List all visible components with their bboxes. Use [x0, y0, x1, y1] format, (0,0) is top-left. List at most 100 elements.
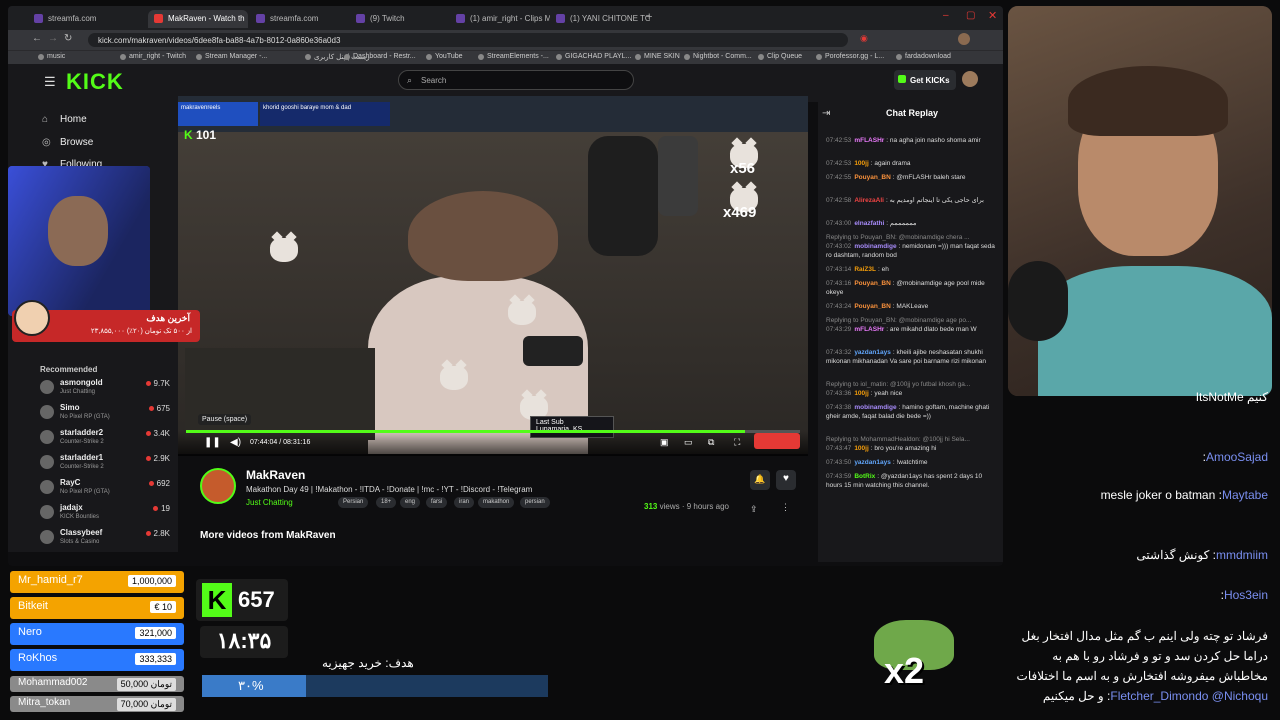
url-field[interactable]: kick.com/makraven/videos/6dee8fa-ba88-4a… [88, 33, 848, 47]
chat-user[interactable]: 100jj [854, 390, 868, 397]
seek-bar[interactable] [186, 430, 800, 433]
recommended-channel[interactable]: asmongold Just Chatting 9.7K [40, 378, 170, 402]
bookmark-item[interactable]: Clip Queue [758, 53, 802, 60]
recommended-channel[interactable]: Classybeef Slots & Casino 2.8K [40, 528, 170, 552]
sidebar-item-browse[interactable]: Browse [60, 137, 93, 148]
stream-tag[interactable]: iran [454, 497, 475, 508]
tab-clips[interactable]: (1) amir_right - Clips Ma [450, 10, 550, 28]
channel-name: jadajx [60, 503, 83, 512]
overlay-name-box: makravenreels [178, 102, 258, 126]
chat-user[interactable]: mobinamdige [854, 243, 896, 250]
chat-time: 07:42:55 [826, 174, 852, 181]
theater-icon[interactable]: ▭ [684, 437, 693, 448]
viewer-count: 19 [153, 504, 170, 513]
chat-user[interactable]: 100jj [854, 160, 868, 167]
stream-tag[interactable]: persian [520, 497, 550, 508]
search-input[interactable]: ⌕ Search [398, 70, 634, 90]
donation-entry: Mr_hamid_r7 1,000,000 [10, 571, 184, 593]
stream-category[interactable]: Just Chatting [246, 498, 293, 507]
stream-tag[interactable]: 18+ [376, 497, 397, 508]
stream-tag[interactable]: makathon [478, 497, 515, 508]
bookmark-item[interactable]: MINE SKIN [635, 53, 680, 60]
kick-follower-count: 657 [238, 587, 275, 612]
tab-twitch[interactable]: (9) Twitch [350, 10, 450, 28]
recommended-channel[interactable]: starladder1 Counter-Strike 2 2.9K [40, 453, 170, 477]
chat-user[interactable]: elnazfathi [854, 220, 884, 227]
menu-icon[interactable]: ☰ [44, 74, 56, 90]
sidebar-item-home[interactable]: Home [60, 114, 87, 125]
chat-text: yeah nice [874, 390, 903, 397]
chat-user[interactable]: mFLASHr [854, 326, 884, 333]
bookmark-item[interactable]: GIGACHAD PLAYL... [556, 53, 631, 60]
stream-tag[interactable]: Persian [338, 497, 369, 508]
stream-tag[interactable]: eng [400, 497, 421, 508]
video-player[interactable]: makravenreels khorid gooshi baraye mom &… [178, 96, 808, 454]
recommended-channel[interactable]: starladder2 Counter-Strike 2 3.4K [40, 428, 170, 452]
channel-name: Classybeef [60, 528, 103, 537]
channel-avatar[interactable] [200, 468, 236, 504]
chat-user[interactable]: 100jj [854, 445, 868, 452]
follow-heart-icon[interactable]: ♥ [776, 470, 796, 490]
donation-amount: 333,333 [135, 653, 176, 665]
chat-user[interactable]: mobinamdige [854, 404, 896, 411]
recommended-channel[interactable]: RayC No Pixel RP (GTA) 692 [40, 478, 170, 502]
chat-text: na agha join nasho shoma amir [889, 137, 981, 144]
donor-name: Bitkeit [18, 600, 48, 612]
overlay-chat-message: ItsNotMe کنیم [1196, 390, 1268, 404]
bookmark-item[interactable]: StreamElements -... [478, 53, 549, 60]
profile-avatar[interactable] [958, 33, 970, 45]
clip-icon[interactable]: ▣ [660, 437, 669, 448]
tab-yani[interactable]: (1) YANI CHITONE TOSH [550, 10, 650, 28]
reload-icon[interactable]: ↻ [64, 33, 72, 44]
chat-user[interactable]: yazdan1ays [854, 459, 891, 466]
tab-label: (1) YANI CHITONE TOSH [570, 14, 650, 23]
forward-icon[interactable]: → [48, 33, 58, 44]
user-avatar[interactable] [962, 71, 978, 87]
recommended-channel[interactable]: jadajx KICK Bounties 19 [40, 503, 170, 527]
chat-title: Chat Replay [885, 108, 938, 118]
bookmark-item[interactable]: YouTube [426, 53, 463, 60]
reply-context: Replying to MohammadHealdon: @100jj hi S… [826, 436, 970, 443]
volume-icon[interactable]: ◀) [230, 437, 241, 448]
tab-streamfa-1[interactable]: streamfa.com [28, 10, 138, 28]
bookmark-item[interactable]: fardadownload [896, 53, 951, 60]
bookmark-item[interactable]: music [38, 53, 65, 60]
pip-icon[interactable]: ⧉ [708, 437, 714, 448]
back-icon[interactable]: ← [32, 33, 42, 44]
chat-message: 07:43:14 RaiZ3L: eh [826, 266, 889, 273]
get-kicks-button[interactable]: Get KICKs [894, 70, 956, 90]
notification-bell-icon[interactable]: 🔔 [750, 470, 770, 490]
fullscreen-icon[interactable]: ⛶ [734, 437, 740, 448]
pause-icon[interactable]: ❚❚ [204, 437, 221, 448]
kick-logo[interactable]: KICK [66, 69, 124, 95]
minimize-icon[interactable]: – [943, 10, 949, 21]
mascot-avatar [14, 300, 50, 336]
bookmark-item[interactable]: Porofessor.gg - L... [816, 53, 884, 60]
share-icon[interactable]: ⇪ [750, 504, 758, 515]
bookmark-item[interactable]: amir_right - Twitch [120, 53, 186, 60]
channel-name[interactable]: MakRaven [246, 468, 305, 482]
new-tab-icon[interactable]: + [646, 11, 652, 23]
chat-user[interactable]: Pouyan_BN [854, 303, 890, 310]
bookmark-item[interactable]: Nightbot - Comm... [684, 53, 752, 60]
chat-time: 07:43:50 [826, 459, 852, 466]
more-icon[interactable]: ⋮ [781, 502, 790, 513]
extension-icon[interactable]: ◉ [860, 33, 868, 44]
tab-streamfa-2[interactable]: streamfa.com [250, 10, 350, 28]
chat-user[interactable]: RaiZ3L [854, 266, 876, 273]
tab-makraven[interactable]: MakRaven - Watch th [148, 10, 248, 28]
recommended-channel[interactable]: Simo No Pixel RP (GTA) 675 [40, 403, 170, 427]
bookmark-item[interactable]: Dashboard - Restr... [344, 53, 416, 60]
close-icon[interactable]: ✕ [988, 9, 997, 22]
bookmark-item[interactable]: Stream Manager -... [196, 53, 267, 60]
maximize-icon[interactable]: ▢ [966, 10, 975, 21]
chat-user[interactable]: BotRix [854, 473, 875, 480]
channel-info: MakRaven Makathon Day 49 | !Makathon - !… [178, 460, 818, 560]
chat-user[interactable]: Pouyan_BN [854, 280, 890, 287]
chat-user[interactable]: Pouyan_BN [854, 174, 890, 181]
viewer-count: 2.8K [146, 529, 170, 538]
stream-tag[interactable]: farsi [426, 497, 448, 508]
chat-user[interactable]: mFLASHr [854, 137, 884, 144]
chat-user[interactable]: yazdan1ays [854, 349, 891, 356]
chat-user[interactable]: AlirezaAli [854, 197, 884, 204]
